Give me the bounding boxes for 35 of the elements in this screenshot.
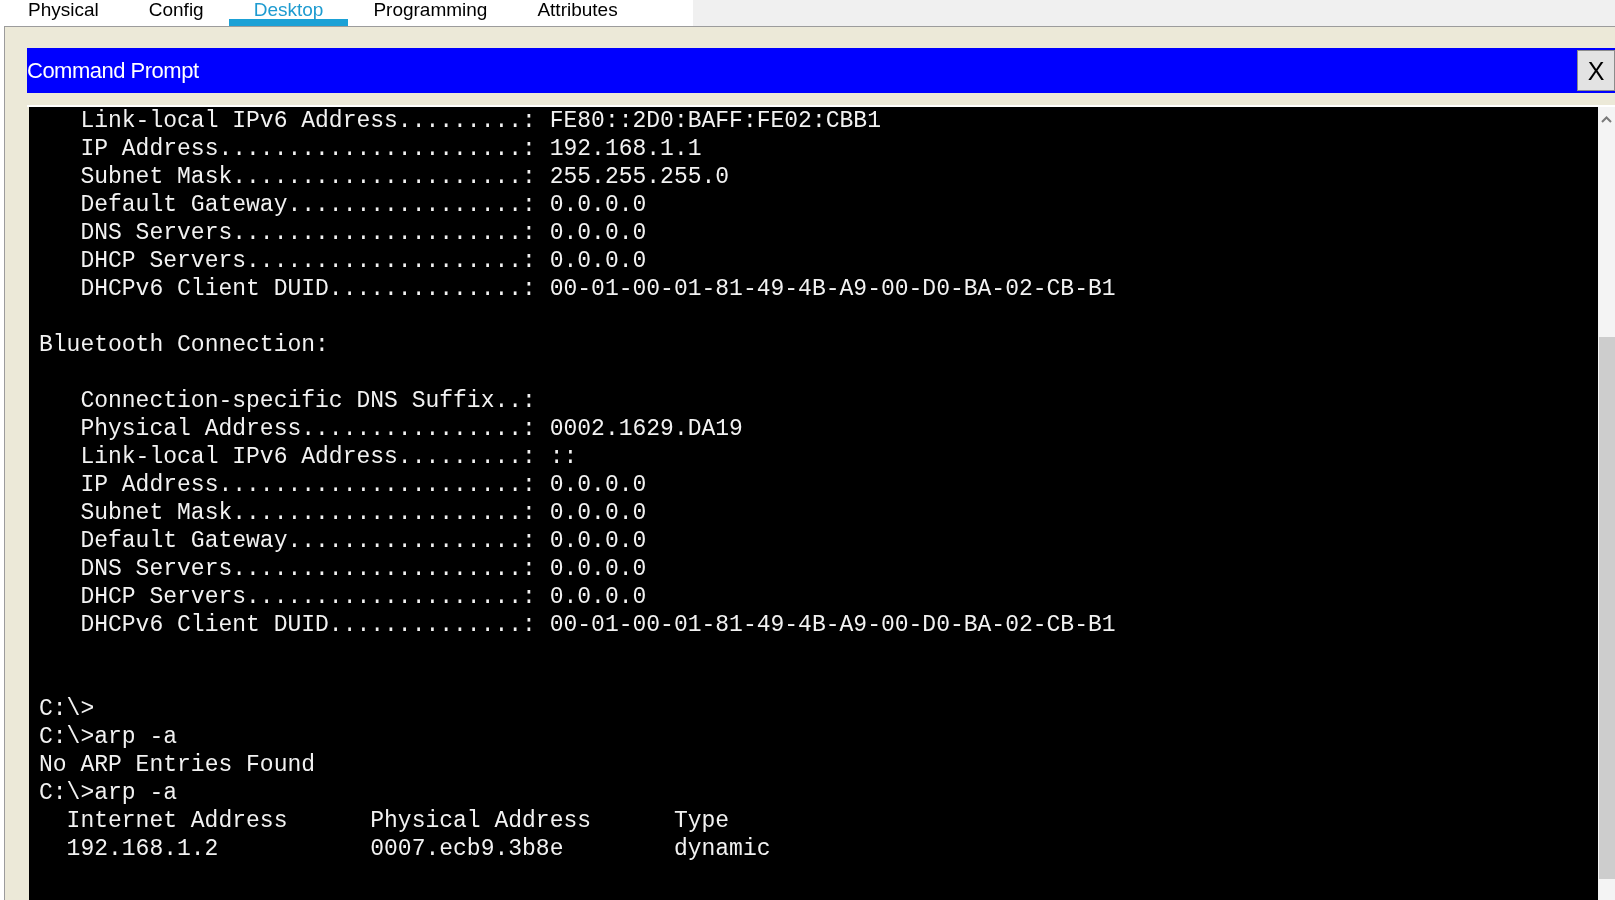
tab[interactable]: Physical <box>3 0 124 26</box>
close-button[interactable]: X <box>1577 50 1615 91</box>
terminal-line: DHCPv6 Client DUID..............: 00-01-00-01-81-49-4B-A9-00-D0-BA-02-CB-B1 <box>80 276 1116 302</box>
terminal-line: DHCP Servers....................: 0.0.0.0 <box>80 584 647 610</box>
terminal-line: DHCPv6 Client DUID..............: 00-01-00-01-81-49-4B-A9-00-D0-BA-02-CB-B1 <box>80 612 1116 638</box>
terminal-line: Physical Address................: 0002.1629.DA19 <box>80 416 743 442</box>
terminal-line: No ARP Entries Found <box>39 752 316 778</box>
terminal-line: Link-local IPv6 Address.........: :: <box>80 444 578 470</box>
terminal-line: DNS Servers.....................: 0.0.0.0 <box>80 220 647 246</box>
chevron-up-icon[interactable] <box>1601 116 1612 123</box>
terminal-line: C:\>arp -a <box>39 724 178 750</box>
table-header: Type <box>673 808 730 834</box>
terminal-line: DNS Servers.....................: 0.0.0.0 <box>80 556 647 582</box>
terminal-line: IP Address......................: 192.168.1.1 <box>80 136 702 162</box>
terminal-line: DHCP Servers....................: 0.0.0.0 <box>80 248 647 274</box>
tab[interactable]: Programming <box>348 0 513 26</box>
tab[interactable]: Config <box>123 0 229 26</box>
table-header: Internet Address <box>66 808 288 834</box>
terminal-line: Subnet Mask.....................: 255.255.255.0 <box>80 164 730 190</box>
table-header: Physical Address <box>370 808 592 834</box>
terminal-line: C:\> <box>39 696 95 722</box>
terminal-line: Connection-specific DNS Suffix..: <box>80 388 536 414</box>
terminal-line: C:\>arp -a <box>39 780 178 806</box>
terminal-line: Default Gateway.................: 0.0.0.0 <box>80 192 647 218</box>
terminal-line: Link-local IPv6 Address.........: FE80::2D0:BAFF:FE02:CBB1 <box>80 108 881 134</box>
window-title: Command Prompt <box>27 57 199 84</box>
terminal-line: Subnet Mask.....................: 0.0.0.0 <box>80 500 647 526</box>
scrollbar-thumb[interactable] <box>1598 337 1615 879</box>
terminal-line: IP Address......................: 0.0.0.0 <box>80 472 647 498</box>
terminal-line: Bluetooth Connection: <box>39 332 329 358</box>
tab[interactable]: Attributes <box>512 0 643 26</box>
table-cell: 192.168.1.2 <box>66 836 219 862</box>
table-cell: 0007.ecb9.3b8e <box>370 836 564 862</box>
terminal-line: Default Gateway.................: 0.0.0.0 <box>80 528 647 554</box>
table-cell: dynamic <box>673 836 771 862</box>
